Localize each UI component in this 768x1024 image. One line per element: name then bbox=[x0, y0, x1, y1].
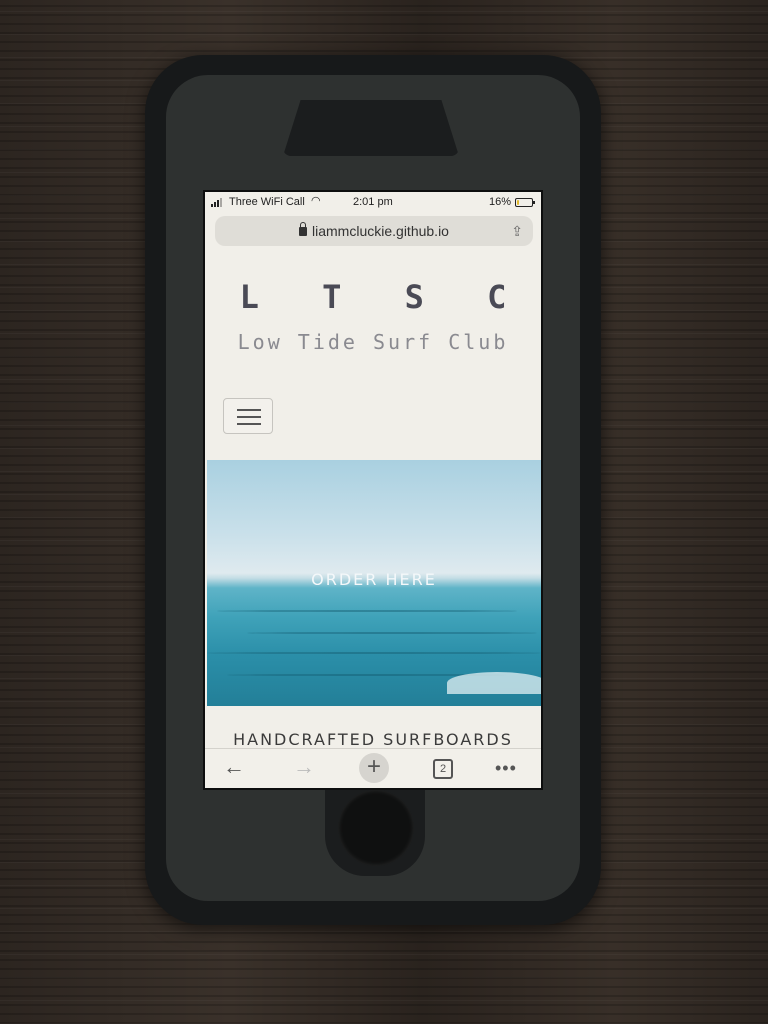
address-bar[interactable]: liammcluckie.github.io ⇪ bbox=[215, 216, 533, 246]
earpiece-guard bbox=[283, 100, 459, 156]
tabs-icon[interactable]: 2 bbox=[433, 759, 453, 779]
carrier-name: Three WiFi Call bbox=[229, 196, 305, 208]
phone-screen: Three WiFi Call ◠ 2:01 pm 16% liammcluck… bbox=[203, 190, 543, 790]
order-here-link[interactable]: ORDER HERE bbox=[207, 570, 541, 589]
battery-percent: 16% bbox=[488, 196, 511, 208]
back-arrow-icon[interactable]: ← bbox=[223, 755, 245, 779]
signal-icon bbox=[211, 198, 222, 207]
url-text: liammcluckie.github.io bbox=[312, 223, 449, 239]
lock-icon bbox=[299, 222, 308, 236]
home-button[interactable] bbox=[338, 790, 414, 866]
wifi-icon: ◠ bbox=[311, 195, 321, 207]
page-subtitle: Low Tide Surf Club bbox=[237, 330, 509, 354]
status-bar: Three WiFi Call ◠ 2:01 pm 16% bbox=[205, 192, 541, 212]
hamburger-menu-button[interactable] bbox=[223, 398, 273, 434]
section-heading: HANDCRAFTED SURFBOARDS bbox=[233, 730, 513, 749]
page-title: L T S C bbox=[239, 278, 529, 316]
more-icon[interactable]: ••• bbox=[495, 756, 517, 780]
battery-icon bbox=[515, 198, 535, 207]
plus-icon[interactable]: + bbox=[359, 753, 389, 783]
battery-level bbox=[517, 200, 519, 205]
hero-banner[interactable]: ORDER HERE bbox=[207, 460, 541, 706]
hamburger-icon bbox=[237, 409, 261, 411]
status-time: 2:01 pm bbox=[353, 196, 393, 208]
browser-toolbar: ← → + 2 ••• bbox=[205, 748, 541, 788]
forward-arrow-icon[interactable]: → bbox=[293, 755, 315, 779]
share-icon[interactable]: ⇪ bbox=[511, 216, 523, 246]
